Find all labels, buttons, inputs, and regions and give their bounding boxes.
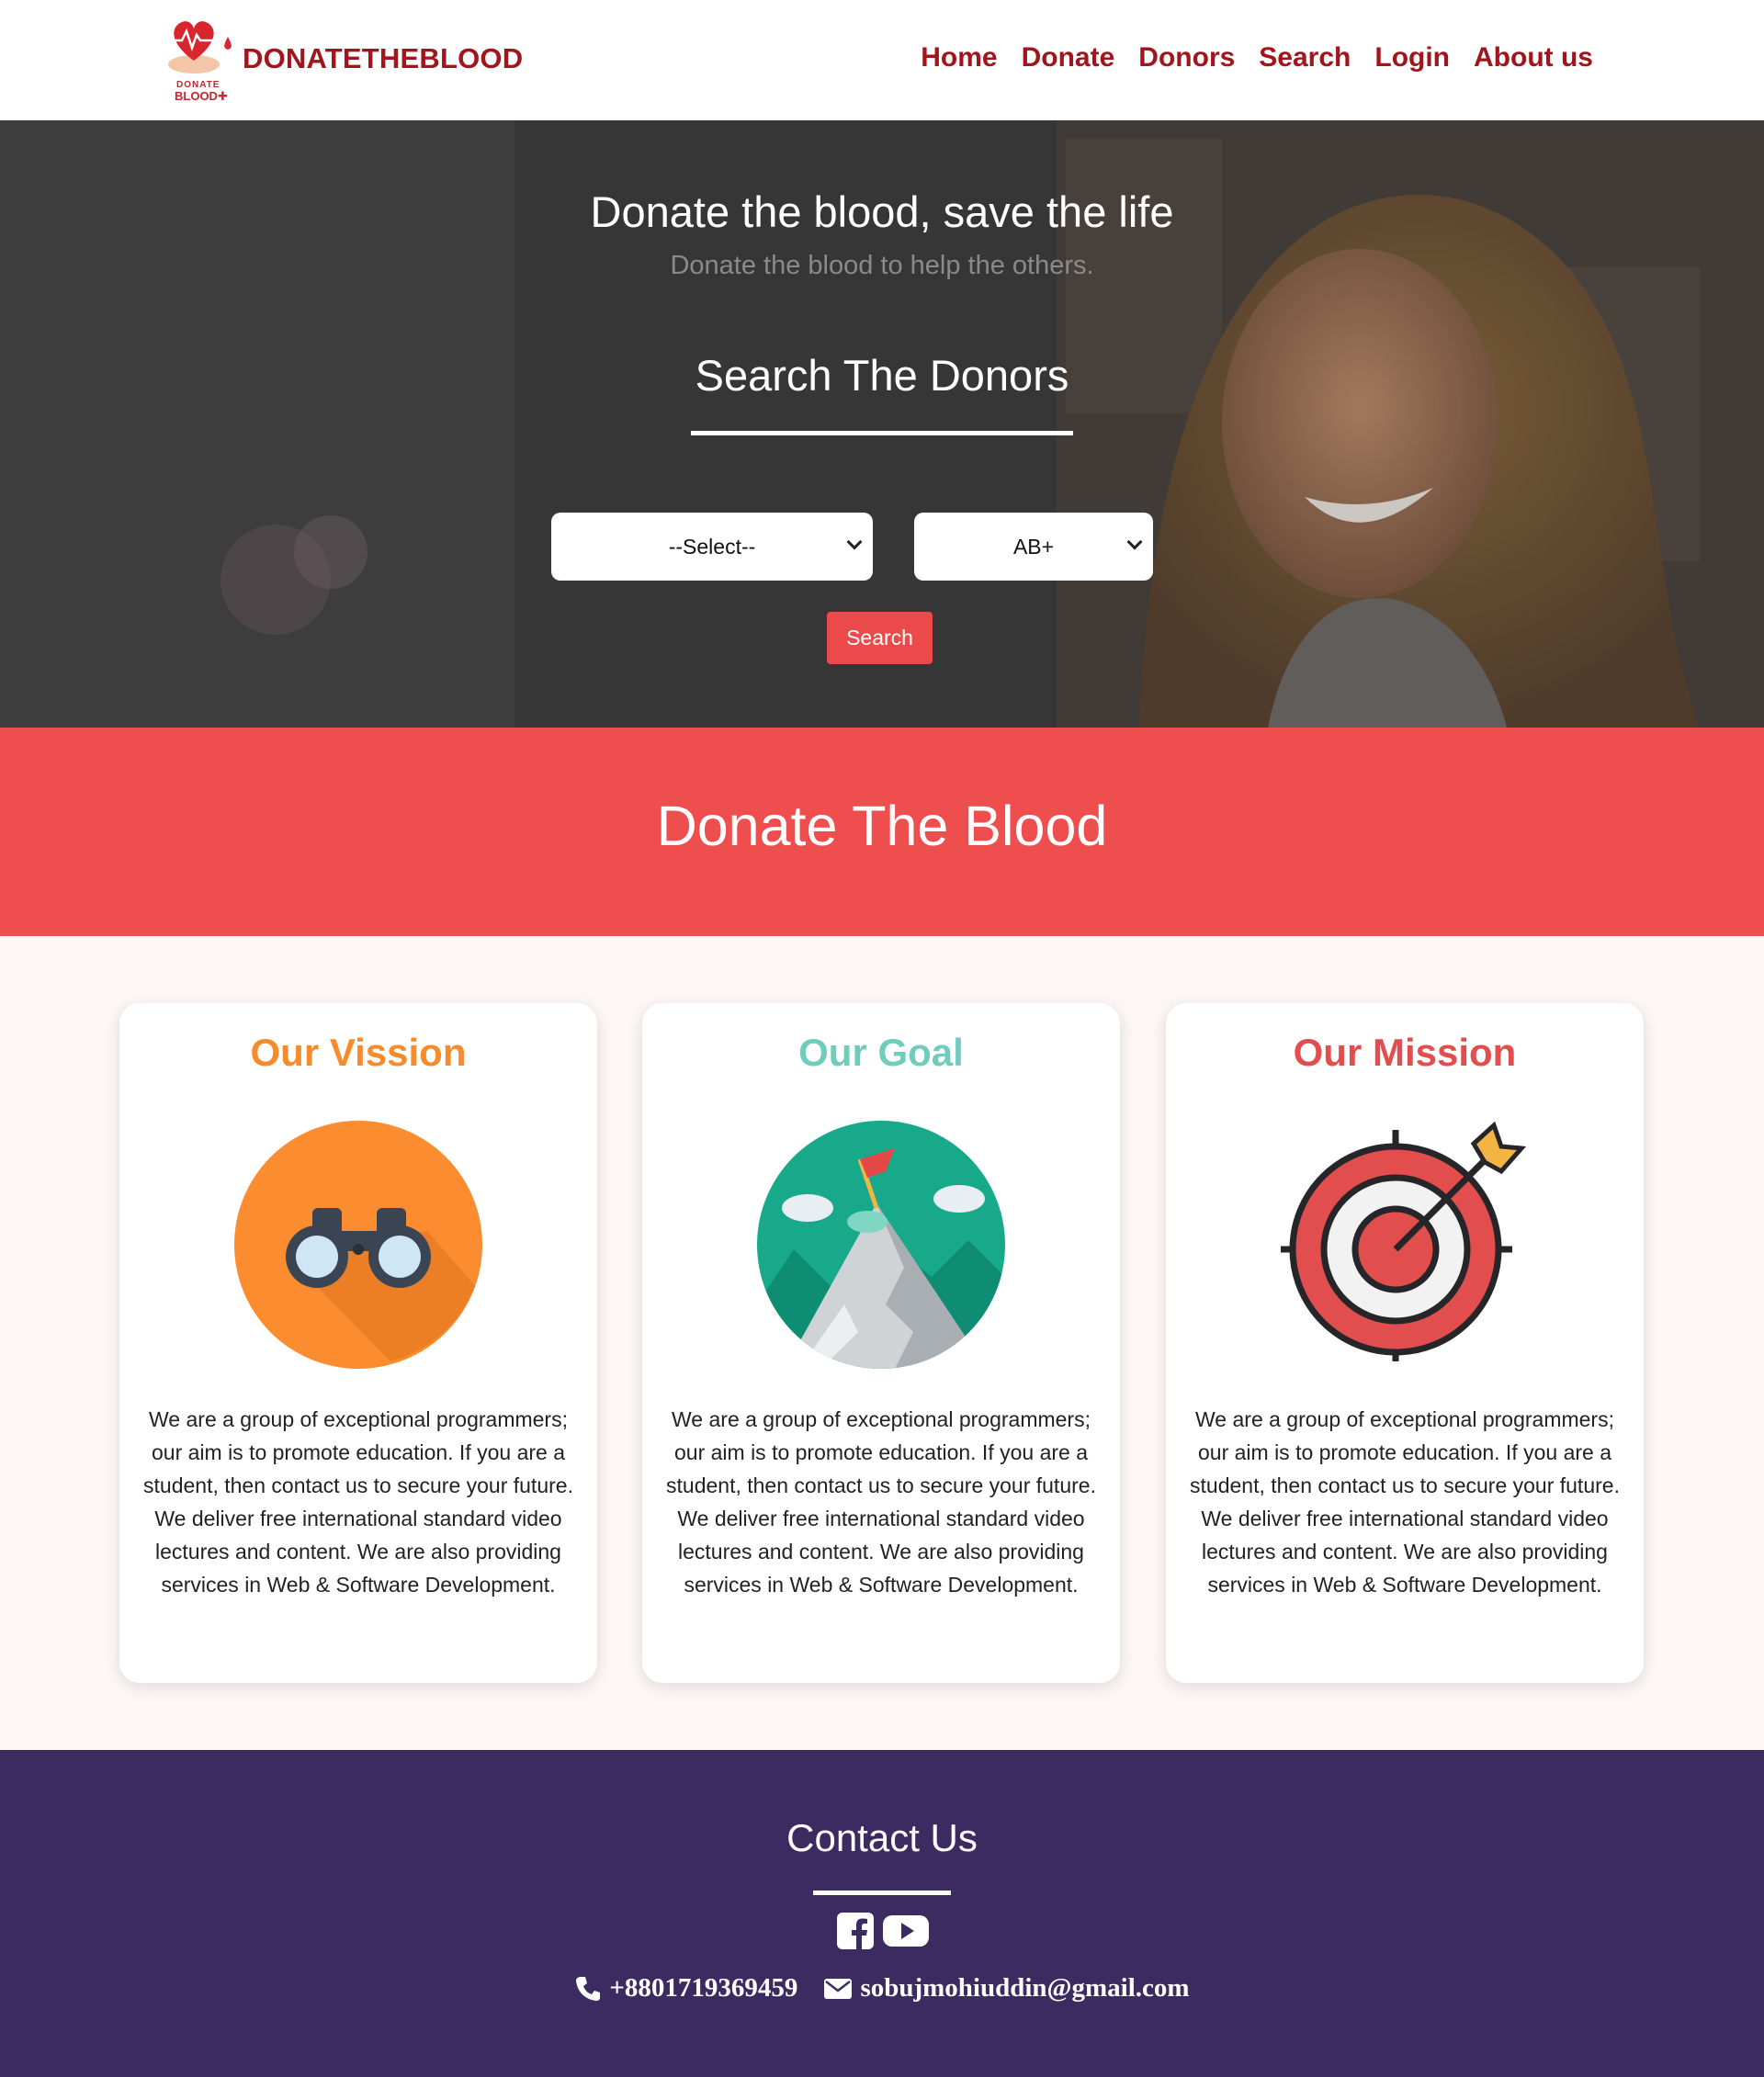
contact-title: Contact Us <box>786 1816 978 1859</box>
card-title: Our Goal <box>798 1031 964 1074</box>
youtube-icon[interactable] <box>882 1912 930 1950</box>
contact-title-underline <box>813 1891 951 1895</box>
brand-name[interactable]: DONATETHEBLOOD <box>243 42 523 75</box>
search-button[interactable]: Search <box>827 612 933 664</box>
brand-logo: DONATE BLOOD✚ <box>164 17 237 108</box>
email-address: sobujmohiuddin@gmail.com <box>860 1973 1190 2003</box>
card-description: We are a group of exceptional programmer… <box>143 1407 573 1597</box>
contact-details: +8801719369459 sobujmohiuddin@gmail.com <box>0 1973 1764 2004</box>
goal-card: Our Goal We are a group of exceptional p… <box>642 1003 1120 1683</box>
facebook-icon[interactable] <box>836 1912 875 1950</box>
brand[interactable]: DONATE BLOOD✚ DONATETHEBLOOD <box>164 17 523 108</box>
mountain-flag-icon <box>757 1121 1005 1369</box>
district-select[interactable]: --Select-- <box>551 513 873 581</box>
navbar: DONATE BLOOD✚ DONATETHEBLOOD Home Donate… <box>0 0 1764 120</box>
hero-subtitle: Donate the blood to help the others. <box>670 251 1094 280</box>
footer: Contact Us +8801719369459 sobujmohiuddin… <box>0 1750 1764 2077</box>
heart-hand-icon <box>168 21 232 73</box>
vision-card: Our Vission We are a group of exceptiona… <box>119 1003 597 1683</box>
mission-card: Our Mission We are a group of exceptiona… <box>1166 1003 1644 1683</box>
district-select-value: --Select-- <box>668 534 756 559</box>
nav-donors[interactable]: Donors <box>1138 42 1235 73</box>
hero-title: Donate the blood, save the life <box>590 187 1174 236</box>
blood-group-select-value: AB+ <box>1012 534 1055 559</box>
about-cards-section: Our Vission We are a group of exceptiona… <box>0 936 1764 1750</box>
nav-home[interactable]: Home <box>921 42 997 73</box>
card-title: Our Vission <box>250 1031 467 1074</box>
binoculars-icon <box>234 1121 482 1369</box>
nav-donate[interactable]: Donate <box>1022 42 1115 73</box>
contact-email[interactable]: sobujmohiuddin@gmail.com <box>823 1973 1190 2004</box>
nav-about-us[interactable]: About us <box>1474 42 1593 73</box>
contact-phone[interactable]: +8801719369459 <box>574 1973 797 2004</box>
hero-section: Donate the blood, save the life Donate t… <box>0 120 1764 728</box>
nav-login[interactable]: Login <box>1374 42 1450 73</box>
donate-banner-title: Donate The Blood <box>656 795 1108 857</box>
search-heading-underline <box>691 431 1073 435</box>
social-links <box>836 1912 930 1950</box>
donate-banner: Donate The Blood <box>0 728 1764 936</box>
phone-number: +8801719369459 <box>609 1973 798 2003</box>
blood-group-select[interactable]: AB+ <box>914 513 1153 581</box>
logo-caption-bottom: BLOOD✚ <box>175 89 228 103</box>
envelope-icon <box>824 1978 853 1999</box>
phone-icon <box>576 1976 601 2001</box>
main-nav: Home Donate Donors Search Login About us <box>921 42 1593 73</box>
nav-search[interactable]: Search <box>1259 42 1351 73</box>
chevron-down-icon <box>846 534 863 550</box>
search-heading: Search The Donors <box>695 351 1069 400</box>
chevron-down-icon <box>1126 534 1143 550</box>
target-icon <box>1281 1121 1527 1361</box>
card-description: We are a group of exceptional programmer… <box>666 1407 1096 1597</box>
card-title: Our Mission <box>1293 1031 1517 1074</box>
card-description: We are a group of exceptional programmer… <box>1190 1407 1620 1597</box>
